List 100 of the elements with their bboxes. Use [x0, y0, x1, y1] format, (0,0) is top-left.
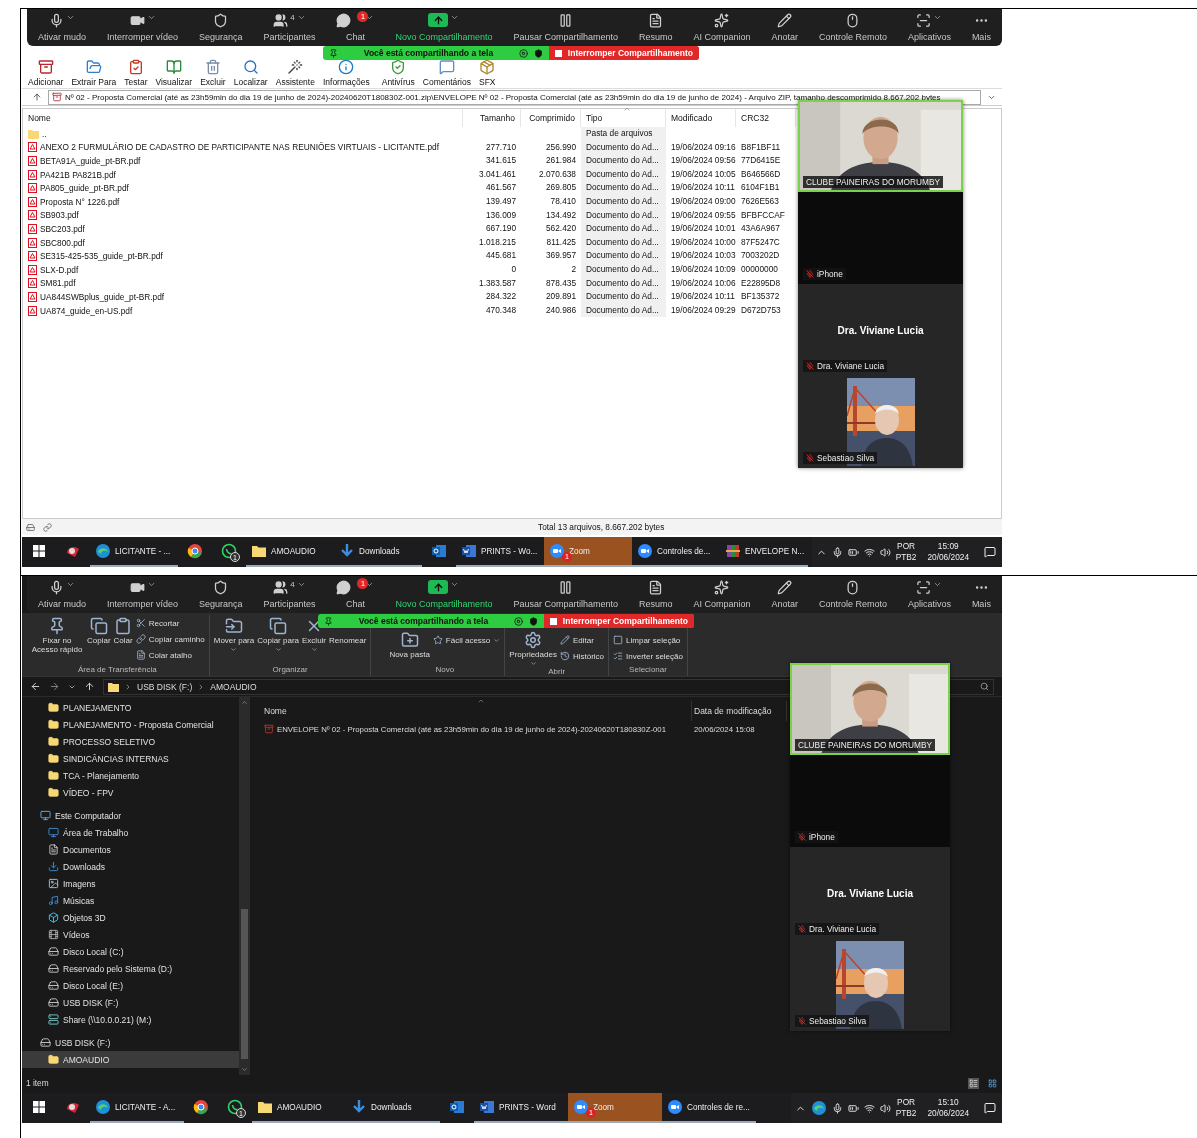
- tree-item[interactable]: Documentos: [22, 841, 239, 858]
- more-button[interactable]: Mais: [968, 9, 994, 46]
- file-name-cell[interactable]: PA421B PA821B.pdf: [23, 167, 463, 182]
- chat-button[interactable]: Chat 1: [333, 9, 378, 46]
- tree-item[interactable]: Downloads: [22, 858, 239, 875]
- file-name-cell[interactable]: BETA91A_guide_pt-BR.pdf: [23, 154, 463, 168]
- stop-video-button[interactable]: Interromper vídeo: [104, 576, 182, 613]
- tree-item[interactable]: PLANEJAMENTO - Proposta Comercial: [22, 716, 239, 733]
- taskbar-item[interactable]: Controles de re...: [662, 1093, 756, 1123]
- file-name-cell[interactable]: SM81.pdf: [23, 276, 463, 291]
- toolbar-button[interactable]: Excluir: [197, 59, 229, 87]
- ribbon-button[interactable]: Inverter seleção: [613, 650, 683, 662]
- ribbon-button[interactable]: Recortar: [135, 617, 205, 629]
- video-tile[interactable]: Sebastiao Silva: [790, 939, 950, 1031]
- file-name-cell[interactable]: SBC203.pdf: [23, 222, 463, 236]
- video-tile[interactable]: Sebastiao Silva: [798, 376, 963, 468]
- video-tile[interactable]: Dra. Viviane Lucia Dra. Viviane Lucia: [798, 284, 963, 376]
- more-button[interactable]: Mais: [968, 576, 994, 613]
- tree-item[interactable]: Reservado pelo Sistema (D:): [22, 960, 239, 977]
- taskbar-item[interactable]: AMOAUDIO: [252, 1093, 346, 1123]
- mute-button[interactable]: Ativar mudo: [35, 9, 90, 46]
- tree-item[interactable]: Área de Trabalho: [22, 824, 239, 841]
- pause-share-button[interactable]: Pausar Compartilhamento: [510, 576, 621, 613]
- tree-item[interactable]: VÍDEO - FPV: [22, 784, 239, 801]
- stop-sharing-button[interactable]: Interromper Compartilhamento: [544, 614, 694, 628]
- clock[interactable]: 15:09 20/06/2024: [927, 541, 969, 563]
- toolbar-button[interactable]: Adicionar: [25, 59, 67, 87]
- column-header[interactable]: Comprimido: [521, 109, 581, 127]
- participants-button[interactable]: 4 Participantes: [260, 576, 319, 613]
- file-name-cell[interactable]: Proposta N° 1226.pdf: [23, 194, 463, 209]
- file-name-cell[interactable]: SB903.pdf: [23, 208, 463, 223]
- summary-button[interactable]: Resumo: [635, 9, 676, 46]
- mute-button[interactable]: Ativar mudo: [35, 576, 90, 613]
- ribbon-button[interactable]: Histórico: [559, 650, 605, 662]
- toolbar-button[interactable]: Testar: [121, 59, 151, 87]
- file-name-cell[interactable]: SE315-425-535_guide_pt-BR.pdf: [23, 249, 463, 263]
- video-tile[interactable]: CLUBE PAINEIRAS DO MORUMBY: [790, 663, 950, 755]
- tree-item[interactable]: Objetos 3D: [22, 909, 239, 926]
- remote-control-button[interactable]: Controle Remoto: [815, 9, 890, 46]
- tree-item[interactable]: USB DISK (F:): [22, 994, 239, 1011]
- column-header[interactable]: Nome: [23, 109, 463, 127]
- apps-button[interactable]: Aplicativos: [904, 576, 954, 613]
- stop-video-button[interactable]: Interromper vídeo: [104, 9, 182, 46]
- video-tile[interactable]: Dra. Viviane Lucia Dra. Viviane Lucia: [790, 847, 950, 939]
- video-tile[interactable]: iPhone: [798, 192, 963, 284]
- pause-share-button[interactable]: Pausar Compartilhamento: [510, 9, 621, 46]
- new-share-button[interactable]: Novo Compartilhamento: [392, 576, 496, 613]
- toolbar-button[interactable]: Extrair Para: [68, 59, 120, 87]
- tree-item[interactable]: Músicas: [22, 892, 239, 909]
- annotate-button[interactable]: Anotar: [768, 576, 801, 613]
- ribbon-button[interactable]: Copiar para: [257, 617, 299, 654]
- column-header[interactable]: Nome: [262, 701, 692, 721]
- apps-button[interactable]: Aplicativos: [904, 9, 954, 46]
- taskbar-item[interactable]: Downloads: [334, 537, 422, 567]
- video-tile[interactable]: iPhone: [790, 755, 950, 847]
- file-name-cell[interactable]: SLX-D.pdf: [23, 262, 463, 277]
- ribbon-button[interactable]: Colar atalho: [135, 649, 205, 661]
- video-tile[interactable]: CLUBE PAINEIRAS DO MORUMBY: [798, 100, 963, 192]
- file-name-cell[interactable]: UA874_guide_en-US.pdf: [23, 303, 463, 318]
- ribbon-button[interactable]: Excluir: [302, 617, 327, 654]
- tree-item[interactable]: PROCESSO SELETIVO: [22, 733, 239, 750]
- new-share-button[interactable]: Novo Compartilhamento: [392, 9, 496, 46]
- chat-button[interactable]: Chat 1: [333, 576, 378, 613]
- file-name-cell[interactable]: SBC800.pdf: [23, 235, 463, 250]
- participants-button[interactable]: 4 Participantes: [260, 9, 319, 46]
- ribbon-button[interactable]: Fixar no Acesso rápido: [30, 617, 84, 655]
- language-indicator[interactable]: POR PTB2: [895, 541, 917, 563]
- taskbar-item[interactable]: Downloads: [346, 1093, 440, 1123]
- security-button[interactable]: Segurança: [196, 9, 246, 46]
- tree-item[interactable]: TCA - Planejamento: [22, 767, 239, 784]
- toolbar-button[interactable]: Assistente: [272, 59, 318, 87]
- tree-item[interactable]: Disco Local (E:): [22, 977, 239, 994]
- file-name-cell[interactable]: UA844SWBplus_guide_pt-BR.pdf: [23, 290, 463, 304]
- file-name-cell[interactable]: ANEXO 2 FURMULÁRIO DE CADASTRO DE PARTICIPANTE NAS REUNIÕES VIRTUAIS - LICITANTE.pdf: [23, 140, 463, 155]
- tree-item[interactable]: USB DISK (F:): [22, 1034, 239, 1051]
- tree-item[interactable]: Imagens: [22, 875, 239, 892]
- remote-control-button[interactable]: Controle Remoto: [815, 576, 890, 613]
- ribbon-button[interactable]: Fácil acesso: [432, 634, 501, 646]
- ribbon-button[interactable]: Limpar seleção: [613, 634, 683, 646]
- file-name-cell[interactable]: PA805_guide_pt-BR.pdf: [23, 181, 463, 195]
- toolbar-button[interactable]: Comentários: [419, 59, 474, 87]
- annotate-button[interactable]: Anotar: [768, 9, 801, 46]
- tree-item[interactable]: Este Computador: [22, 807, 239, 824]
- file-name-cell[interactable]: ..: [23, 127, 463, 141]
- ribbon-button[interactable]: Editar: [559, 634, 605, 646]
- tree-item[interactable]: Share (\\10.0.0.21) (M:): [22, 1011, 239, 1028]
- tree-item[interactable]: AMOAUDIO: [22, 1051, 239, 1068]
- tree-item[interactable]: SINDICÂNCIAS INTERNAS: [22, 750, 239, 767]
- column-header[interactable]: Data de modificação: [692, 701, 787, 721]
- tree-item[interactable]: PLANEJAMENTO: [22, 699, 239, 716]
- taskbar-item[interactable]: ENVELOPE N...: [720, 537, 808, 567]
- column-header[interactable]: CRC32: [736, 109, 796, 127]
- column-header[interactable]: Modificado: [666, 109, 736, 127]
- summary-button[interactable]: Resumo: [635, 576, 676, 613]
- tree-item[interactable]: Disco Local (C:): [22, 943, 239, 960]
- toolbar-button[interactable]: Visualizar: [152, 59, 196, 87]
- language-indicator[interactable]: POR PTB2: [895, 1097, 917, 1119]
- clock[interactable]: 15:10 20/06/2024: [927, 1097, 969, 1119]
- ribbon-button[interactable]: Colar: [113, 617, 133, 646]
- ribbon-button[interactable]: Mover para: [213, 617, 255, 654]
